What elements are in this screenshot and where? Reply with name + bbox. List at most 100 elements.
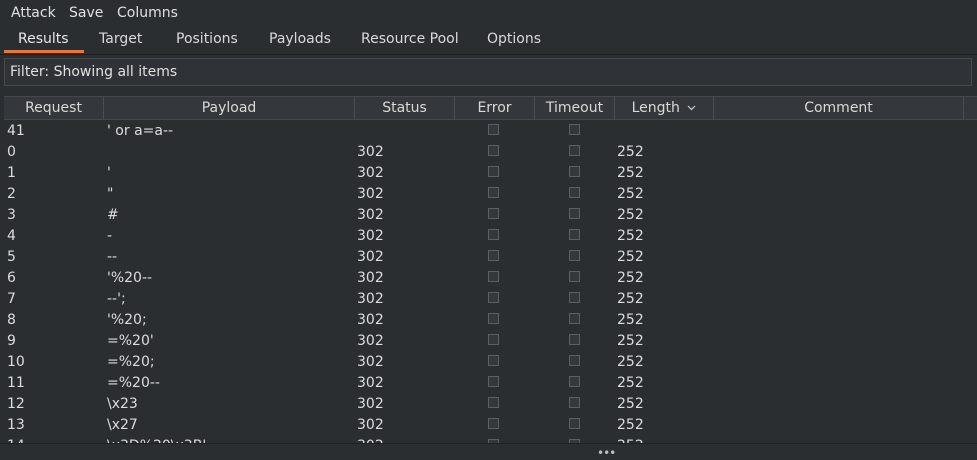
tab-payloads[interactable]: Payloads bbox=[269, 31, 331, 47]
timeout-checkbox[interactable] bbox=[569, 166, 580, 177]
error-checkbox[interactable] bbox=[488, 208, 499, 219]
menu-columns[interactable]: Columns bbox=[117, 5, 178, 21]
error-checkbox[interactable] bbox=[488, 271, 499, 282]
cell-payload: ' or a=a-- bbox=[107, 123, 174, 139]
timeout-checkbox[interactable] bbox=[569, 145, 580, 156]
error-checkbox[interactable] bbox=[488, 397, 499, 408]
active-tab-indicator bbox=[4, 50, 84, 53]
error-checkbox[interactable] bbox=[488, 124, 499, 135]
table-row[interactable]: 5 -- 302 252 bbox=[4, 247, 977, 268]
cell-status: 302 bbox=[357, 144, 384, 160]
menu-attack[interactable]: Attack bbox=[11, 5, 56, 21]
chevron-down-icon bbox=[687, 105, 696, 111]
timeout-checkbox[interactable] bbox=[569, 376, 580, 387]
tab-options[interactable]: Options bbox=[487, 31, 541, 47]
timeout-checkbox[interactable] bbox=[569, 271, 580, 282]
timeout-checkbox[interactable] bbox=[569, 250, 580, 261]
column-header-request[interactable]: Request bbox=[4, 97, 104, 119]
table-row[interactable]: 2 " 302 252 bbox=[4, 184, 977, 205]
cell-length: 252 bbox=[617, 144, 644, 160]
cell-length: 252 bbox=[617, 249, 644, 265]
cell-request: 4 bbox=[7, 228, 16, 244]
table-row[interactable]: 6 '%20-- 302 252 bbox=[4, 268, 977, 289]
results-table-body: 41 ' or a=a-- 0 302 252 1 ' 302 252 2 " 302 252 3 #302… bbox=[4, 121, 977, 443]
cell-request: 41 bbox=[7, 123, 25, 139]
table-row[interactable]: 0 302 252 bbox=[4, 142, 977, 163]
cell-request: 9 bbox=[7, 333, 16, 349]
cell-request: 2 bbox=[7, 186, 16, 202]
table-row[interactable]: 12 \x23 302 252 bbox=[4, 394, 977, 415]
table-row[interactable]: 10 =%20; 302 252 bbox=[4, 352, 977, 373]
cell-request: 0 bbox=[7, 144, 16, 160]
cell-request: 13 bbox=[7, 417, 25, 433]
tab-positions[interactable]: Positions bbox=[176, 31, 238, 47]
timeout-checkbox[interactable] bbox=[569, 355, 580, 366]
timeout-checkbox[interactable] bbox=[569, 229, 580, 240]
error-checkbox[interactable] bbox=[488, 187, 499, 198]
menu-save[interactable]: Save bbox=[69, 5, 103, 21]
cell-request: 8 bbox=[7, 312, 16, 328]
error-checkbox[interactable] bbox=[488, 292, 499, 303]
timeout-checkbox[interactable] bbox=[569, 124, 580, 135]
error-checkbox[interactable] bbox=[488, 166, 499, 177]
cell-status: 302 bbox=[357, 291, 384, 307]
tab-results[interactable]: Results bbox=[18, 31, 69, 47]
error-checkbox[interactable] bbox=[488, 418, 499, 429]
cell-length: 252 bbox=[617, 312, 644, 328]
timeout-checkbox[interactable] bbox=[569, 334, 580, 345]
timeout-checkbox[interactable] bbox=[569, 397, 580, 408]
cell-request: 7 bbox=[7, 291, 16, 307]
cell-status: 302 bbox=[357, 417, 384, 433]
cell-payload: =%20' bbox=[107, 333, 154, 349]
cell-status: 302 bbox=[357, 249, 384, 265]
table-row[interactable]: 1 ' 302 252 bbox=[4, 163, 977, 184]
cell-request: 12 bbox=[7, 396, 25, 412]
cell-request: 3 bbox=[7, 207, 16, 223]
splitter-grip-icon[interactable]: ••• bbox=[597, 446, 616, 460]
cell-request: 6 bbox=[7, 270, 16, 286]
cell-length: 252 bbox=[617, 417, 644, 433]
tab-target[interactable]: Target bbox=[99, 31, 142, 47]
table-row[interactable]: 41 ' or a=a-- bbox=[4, 121, 977, 142]
column-header-timeout[interactable]: Timeout bbox=[535, 97, 615, 119]
cell-payload: - bbox=[107, 228, 113, 244]
tab-resource-pool[interactable]: Resource Pool bbox=[361, 31, 459, 47]
table-row[interactable]: 4 - 302 252 bbox=[4, 226, 977, 247]
error-checkbox[interactable] bbox=[488, 355, 499, 366]
horizontal-scrollbar[interactable] bbox=[0, 443, 977, 458]
cell-payload: '%20; bbox=[107, 312, 147, 328]
cell-request: 11 bbox=[7, 375, 25, 391]
cell-status: 302 bbox=[357, 375, 384, 391]
error-checkbox[interactable] bbox=[488, 334, 499, 345]
table-row[interactable]: 11 =%20-- 302 252 bbox=[4, 373, 977, 394]
error-checkbox[interactable] bbox=[488, 376, 499, 387]
table-row[interactable]: 7 --'; 302 252 bbox=[4, 289, 977, 310]
column-header-spacer bbox=[964, 97, 977, 119]
column-header-length[interactable]: Length bbox=[615, 97, 714, 119]
table-row[interactable]: 9 =%20' 302 252 bbox=[4, 331, 977, 352]
tab-bar: Results Target Positions Payloads Resour… bbox=[0, 26, 977, 55]
cell-status: 302 bbox=[357, 186, 384, 202]
error-checkbox[interactable] bbox=[488, 313, 499, 324]
column-header-length-label: Length bbox=[631, 100, 680, 116]
column-header-status[interactable]: Status bbox=[355, 97, 455, 119]
error-checkbox[interactable] bbox=[488, 145, 499, 156]
table-row[interactable]: 14\x3D%20\x3B'302252 bbox=[4, 436, 977, 443]
table-row[interactable]: 3 #302 252 bbox=[4, 205, 977, 226]
cell-length: 252 bbox=[617, 207, 644, 223]
error-checkbox[interactable] bbox=[488, 229, 499, 240]
error-checkbox[interactable] bbox=[488, 250, 499, 261]
filter-bar[interactable]: Filter: Showing all items bbox=[4, 58, 972, 86]
table-row[interactable]: 8 '%20; 302 252 bbox=[4, 310, 977, 331]
timeout-checkbox[interactable] bbox=[569, 208, 580, 219]
timeout-checkbox[interactable] bbox=[569, 418, 580, 429]
cell-status: 302 bbox=[357, 270, 384, 286]
column-header-comment[interactable]: Comment bbox=[714, 97, 964, 119]
cell-payload: '%20-- bbox=[107, 270, 153, 286]
timeout-checkbox[interactable] bbox=[569, 292, 580, 303]
timeout-checkbox[interactable] bbox=[569, 187, 580, 198]
column-header-error[interactable]: Error bbox=[455, 97, 535, 119]
column-header-payload[interactable]: Payload bbox=[104, 97, 355, 119]
table-row[interactable]: 13 \x27 302 252 bbox=[4, 415, 977, 436]
timeout-checkbox[interactable] bbox=[569, 313, 580, 324]
